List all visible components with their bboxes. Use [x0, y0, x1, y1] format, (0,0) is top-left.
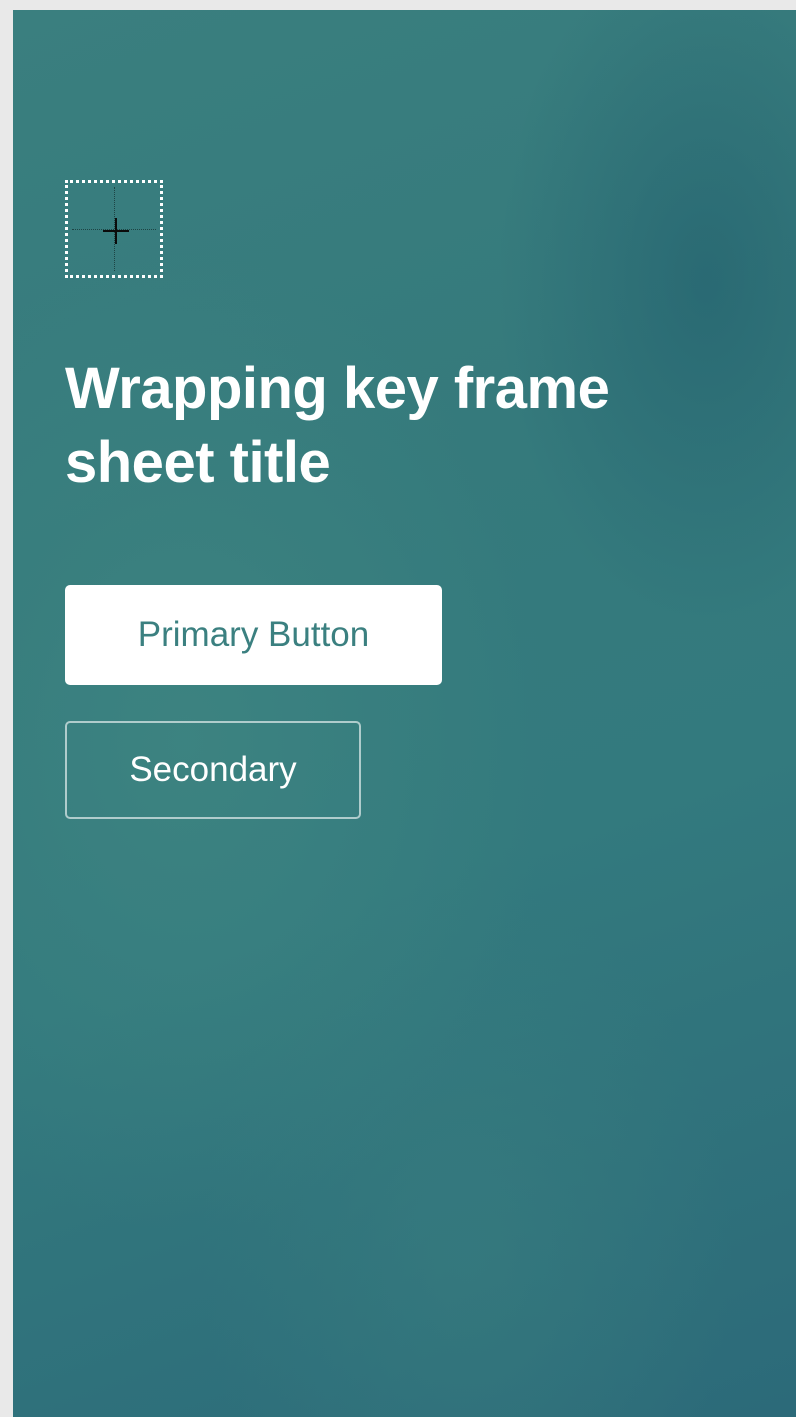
- image-placeholder[interactable]: [65, 180, 163, 278]
- secondary-button[interactable]: Secondary: [65, 721, 361, 819]
- sheet-title: Wrapping key frame sheet title: [65, 356, 610, 495]
- primary-button[interactable]: Primary Button: [65, 585, 442, 685]
- plus-icon: [103, 218, 129, 244]
- key-frame-sheet: Wrapping key frame sheet title Primary B…: [13, 10, 796, 1417]
